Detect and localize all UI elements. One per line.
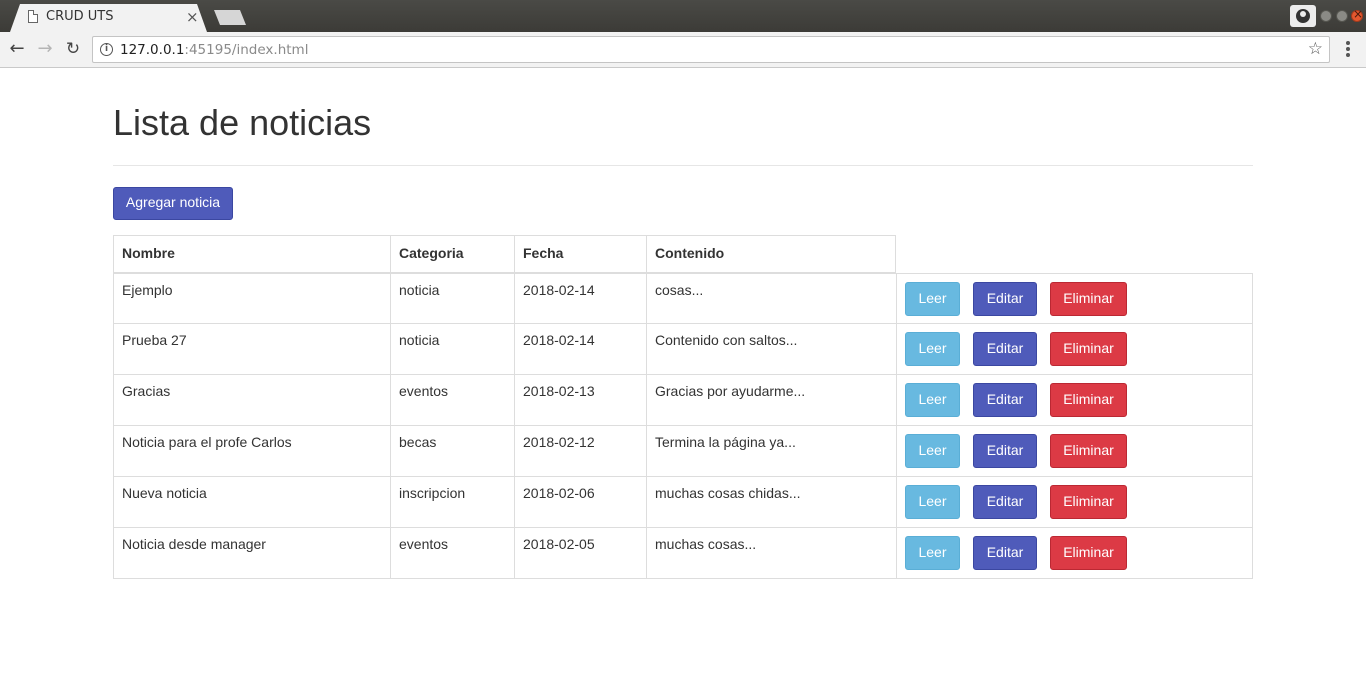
read-button[interactable]: Leer bbox=[905, 434, 960, 468]
document-icon bbox=[28, 10, 38, 23]
delete-button[interactable]: Eliminar bbox=[1050, 536, 1127, 570]
cell-categoria: noticia bbox=[391, 274, 515, 324]
forward-arrow-icon[interactable]: → bbox=[34, 38, 56, 60]
delete-button[interactable]: Eliminar bbox=[1050, 485, 1127, 519]
cell-nombre: Gracias bbox=[114, 375, 391, 425]
url-host: 127.0.0.1 bbox=[120, 42, 185, 58]
cell-fecha: 2018-02-06 bbox=[515, 477, 647, 527]
cell-nombre: Ejemplo bbox=[114, 274, 391, 324]
cell-contenido: Gracias por ayudarme... bbox=[647, 375, 897, 425]
cell-categoria: becas bbox=[391, 426, 515, 476]
delete-button[interactable]: Eliminar bbox=[1050, 434, 1127, 468]
cell-contenido: muchas cosas... bbox=[647, 528, 897, 578]
cell-nombre: Prueba 27 bbox=[114, 324, 391, 374]
menu-dots-icon[interactable] bbox=[1342, 39, 1354, 59]
cell-actions: Leer Editar Eliminar bbox=[897, 324, 1252, 374]
minimize-button[interactable] bbox=[1320, 10, 1332, 22]
browser-toolbar: ← → ↻ i 127.0.0.1:45195/index.html ☆ bbox=[0, 32, 1366, 68]
cell-fecha: 2018-02-14 bbox=[515, 274, 647, 324]
edit-button[interactable]: Editar bbox=[973, 383, 1037, 417]
tab-close-icon[interactable]: × bbox=[186, 8, 199, 26]
cell-nombre: Noticia desde manager bbox=[114, 528, 391, 578]
table-row: Noticia desde manager eventos 2018-02-05 mu… bbox=[113, 528, 1253, 579]
cell-nombre: Noticia para el profe Carlos bbox=[114, 426, 391, 476]
delete-button[interactable]: Eliminar bbox=[1050, 383, 1127, 417]
cell-categoria: eventos bbox=[391, 375, 515, 425]
browser-tab[interactable]: CRUD UTS × bbox=[10, 4, 207, 32]
add-news-button[interactable]: Agregar noticia bbox=[113, 187, 233, 220]
cell-fecha: 2018-02-12 bbox=[515, 426, 647, 476]
read-button[interactable]: Leer bbox=[905, 485, 960, 519]
window-close-button[interactable] bbox=[1351, 7, 1363, 22]
page-title: Lista de noticias bbox=[113, 102, 372, 143]
tab-title: CRUD UTS bbox=[46, 9, 114, 24]
read-button[interactable]: Leer bbox=[905, 383, 960, 417]
new-tab-button[interactable] bbox=[214, 10, 246, 25]
cell-contenido: muchas cosas chidas... bbox=[647, 477, 897, 527]
url-path: :45195/index.html bbox=[184, 42, 309, 58]
reload-icon[interactable]: ↻ bbox=[62, 38, 84, 60]
cell-fecha: 2018-02-14 bbox=[515, 324, 647, 374]
edit-button[interactable]: Editar bbox=[973, 434, 1037, 468]
cell-nombre: Nueva noticia bbox=[114, 477, 391, 527]
table-header: Nombre Categoria Fecha Contenido bbox=[113, 235, 896, 274]
header-nombre: Nombre bbox=[114, 236, 391, 273]
cell-actions: Leer Editar Eliminar bbox=[897, 426, 1252, 476]
cell-contenido: Contenido con saltos... bbox=[647, 324, 897, 374]
cell-categoria: noticia bbox=[391, 324, 515, 374]
cell-categoria: eventos bbox=[391, 528, 515, 578]
cell-actions: Leer Editar Eliminar bbox=[897, 375, 1252, 425]
table-row: Prueba 27 noticia 2018-02-14 Contenido con … bbox=[113, 324, 1253, 375]
read-button[interactable]: Leer bbox=[905, 282, 960, 316]
table-row: Nueva noticia inscripcion 2018-02-06 muchas… bbox=[113, 477, 1253, 528]
read-button[interactable]: Leer bbox=[905, 332, 960, 366]
table-row: Noticia para el profe Carlos becas 2018-02… bbox=[113, 426, 1253, 477]
delete-button[interactable]: Eliminar bbox=[1050, 282, 1127, 316]
delete-button[interactable]: Eliminar bbox=[1050, 332, 1127, 366]
browser-titlebar: CRUD UTS × bbox=[0, 0, 1366, 32]
maximize-button[interactable] bbox=[1336, 10, 1348, 22]
person-icon bbox=[1296, 9, 1310, 23]
cell-fecha: 2018-02-05 bbox=[515, 528, 647, 578]
cell-actions: Leer Editar Eliminar bbox=[897, 528, 1252, 578]
edit-button[interactable]: Editar bbox=[973, 332, 1037, 366]
bookmark-star-icon[interactable]: ☆ bbox=[1308, 39, 1323, 59]
header-contenido: Contenido bbox=[655, 245, 725, 261]
cell-fecha: 2018-02-13 bbox=[515, 375, 647, 425]
back-arrow-icon[interactable]: ← bbox=[6, 38, 28, 60]
cell-contenido: Termina la página ya... bbox=[647, 426, 897, 476]
edit-button[interactable]: Editar bbox=[973, 485, 1037, 519]
profile-button[interactable] bbox=[1290, 5, 1316, 27]
cell-actions: Leer Editar Eliminar bbox=[897, 477, 1252, 527]
cell-actions: Leer Editar Eliminar bbox=[897, 274, 1252, 324]
edit-button[interactable]: Editar bbox=[973, 282, 1037, 316]
info-icon[interactable]: i bbox=[100, 43, 113, 56]
address-bar[interactable]: i 127.0.0.1:45195/index.html ☆ bbox=[92, 36, 1330, 63]
header-fecha: Fecha bbox=[515, 236, 647, 273]
url-text[interactable]: 127.0.0.1:45195/index.html bbox=[120, 42, 308, 58]
divider bbox=[113, 165, 1253, 166]
cell-contenido: cosas... bbox=[647, 274, 897, 324]
cell-categoria: inscripcion bbox=[391, 477, 515, 527]
table-row: Ejemplo noticia 2018-02-14 cosas... Leer Edit… bbox=[113, 273, 1253, 324]
edit-button[interactable]: Editar bbox=[973, 536, 1037, 570]
table-row: Gracias eventos 2018-02-13 Gracias por ayud… bbox=[113, 375, 1253, 426]
read-button[interactable]: Leer bbox=[905, 536, 960, 570]
header-categoria: Categoria bbox=[391, 236, 515, 273]
